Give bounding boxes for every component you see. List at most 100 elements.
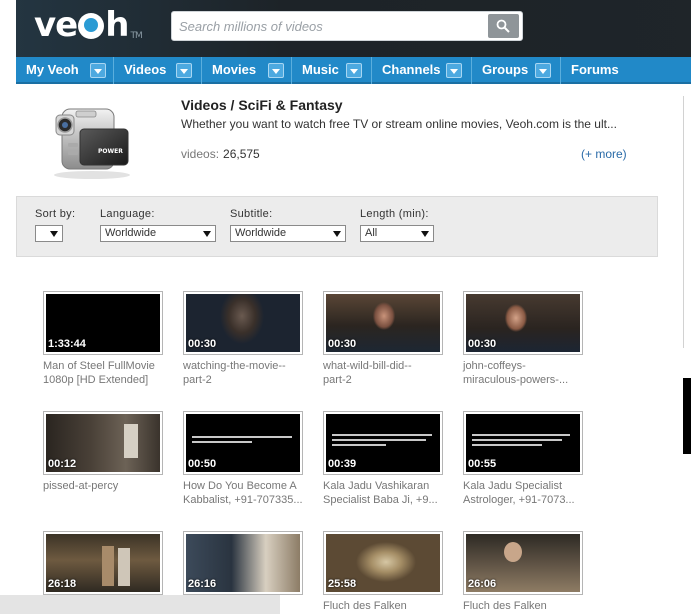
video-thumbnail[interactable]: 00:39 (323, 411, 443, 475)
language-select[interactable]: Worldwide (100, 225, 216, 242)
duration-badge: 26:06 (468, 578, 497, 590)
chevron-down-icon (421, 231, 429, 237)
sort-select[interactable] (35, 225, 63, 242)
video-thumbnail[interactable]: 26:06 (463, 531, 583, 595)
nav-item-movies[interactable]: Movies (202, 57, 292, 84)
title-line: Kala Jadu Specialist (463, 480, 563, 492)
duration-badge: 00:50 (188, 458, 217, 470)
search-icon (496, 19, 510, 33)
video-thumbnail[interactable]: 1:33:44 (43, 291, 163, 355)
thumbnail-image: 00:39 (326, 414, 440, 472)
search-input[interactable] (179, 18, 479, 35)
title-line: Man of Steel FullMovie (43, 360, 155, 372)
video-thumbnail[interactable]: 00:30 (183, 291, 303, 355)
title-line: How Do You Become A (183, 480, 297, 492)
thumbnail-image: 25:58 (326, 534, 440, 592)
stats-label: videos: (181, 147, 220, 161)
veoh-logo[interactable]: ve h TM (34, 5, 143, 45)
more-link[interactable]: (+ more) (581, 147, 627, 161)
video-thumbnail[interactable]: 00:30 (463, 291, 583, 355)
nav-dropdown-icon[interactable] (90, 63, 106, 78)
figure-shape (504, 542, 522, 562)
nav-label: Movies (212, 62, 257, 77)
nav-item-videos[interactable]: Videos (114, 57, 202, 84)
video-thumbnail[interactable]: 00:50 (183, 411, 303, 475)
video-title[interactable]: pissed-at-percy (43, 479, 173, 493)
video-thumbnail[interactable]: 00:30 (323, 291, 443, 355)
title-line: Kala Jadu Vashikaran (323, 480, 430, 492)
thumbnail-image: 00:50 (186, 414, 300, 472)
duration-badge: 00:30 (188, 338, 217, 350)
duration-badge: 26:16 (188, 578, 217, 590)
figure-shape (124, 424, 138, 458)
logo-trademark: TM (130, 31, 142, 41)
title-line: part-2 (183, 374, 212, 386)
duration-badge: 00:30 (328, 338, 357, 350)
video-title[interactable]: what-wild-bill-did-- part-2 (323, 359, 453, 387)
nav-item-groups[interactable]: Groups (472, 57, 561, 84)
video-title[interactable]: Man of Steel FullMovie 1080p [HD Extende… (43, 359, 173, 387)
video-title[interactable]: Fluch des Falken (323, 599, 453, 613)
duration-badge: 00:55 (468, 458, 497, 470)
video-thumbnail[interactable]: 26:16 (183, 531, 303, 595)
title-line: Fluch des Falken (463, 600, 547, 612)
camcorder-icon: POWER (48, 101, 140, 181)
thumbnail-text-line (472, 434, 570, 436)
nav-label: Forums (571, 62, 619, 77)
nav-label: My Veoh (26, 62, 79, 77)
video-thumbnail[interactable]: 00:55 (463, 411, 583, 475)
thumbnail-image: 00:55 (466, 414, 580, 472)
video-thumbnail[interactable]: 00:12 (43, 411, 163, 475)
video-thumbnail[interactable]: 26:18 (43, 531, 163, 595)
nav-dropdown-icon[interactable] (446, 63, 462, 78)
length-label: Length (min): (360, 208, 429, 220)
thumbnail-image: 26:18 (46, 534, 160, 592)
logo-text: ve (34, 5, 78, 45)
thumbnail-image: 26:06 (466, 534, 580, 592)
video-title[interactable]: john-coffeys- miraculous-powers-... (463, 359, 593, 387)
thumbnail-image: 00:30 (186, 294, 300, 352)
video-title[interactable]: How Do You Become A Kabbalist, +91-70733… (183, 479, 313, 507)
nav-item-channels[interactable]: Channels (372, 57, 472, 84)
logo-text-end: h (105, 5, 129, 45)
video-title[interactable]: Kala Jadu Specialist Astrologer, +91-707… (463, 479, 593, 507)
video-title[interactable]: Kala Jadu Vashikaran Specialist Baba Ji,… (323, 479, 453, 507)
title-line: Kabbalist, +91-707335... (183, 494, 303, 506)
length-value: All (365, 227, 378, 239)
title-line: Specialist Baba Ji, +9... (323, 494, 438, 506)
subtitle-select[interactable]: Worldwide (230, 225, 346, 242)
title-line: miraculous-powers-... (463, 374, 569, 386)
search-box (171, 11, 523, 41)
nav-item-my-veoh[interactable]: My Veoh (16, 57, 114, 84)
video-thumbnail[interactable]: 25:58 (323, 531, 443, 595)
search-button[interactable] (488, 14, 519, 38)
chevron-down-icon (333, 231, 341, 237)
subtitle-value: Worldwide (235, 227, 287, 239)
category-stats: videos: 26,575 (181, 147, 260, 161)
nav-dropdown-icon[interactable] (346, 63, 362, 78)
thumbnail-text-line (332, 439, 426, 441)
thumbnail-text-line (472, 444, 542, 446)
video-title[interactable]: watching-the-movie-- part-2 (183, 359, 313, 387)
main-nav: My Veoh Videos Movies Music Channels Gro… (16, 57, 691, 84)
duration-badge: 26:18 (48, 578, 77, 590)
chevron-down-icon (50, 231, 58, 237)
nav-item-music[interactable]: Music (292, 57, 372, 84)
side-ad-block (683, 378, 691, 454)
length-select[interactable]: All (360, 225, 434, 242)
nav-dropdown-icon[interactable] (176, 63, 192, 78)
sort-label: Sort by: (35, 208, 76, 220)
thumbnail-image: 00:12 (46, 414, 160, 472)
title-line: 1080p [HD Extended] (43, 374, 149, 386)
title-line: what-wild-bill-did-- (323, 360, 412, 372)
duration-badge: 25:58 (328, 578, 357, 590)
thumbnail-image: 00:30 (326, 294, 440, 352)
nav-label: Channels (382, 62, 441, 77)
nav-item-forums[interactable]: Forums (561, 57, 651, 84)
duration-badge: 00:39 (328, 458, 357, 470)
title-line: john-coffeys- (463, 360, 526, 372)
nav-dropdown-icon[interactable] (268, 63, 284, 78)
nav-dropdown-icon[interactable] (535, 63, 551, 78)
video-title[interactable]: Fluch des Falken (463, 599, 593, 613)
title-line: pissed-at-percy (43, 480, 119, 492)
